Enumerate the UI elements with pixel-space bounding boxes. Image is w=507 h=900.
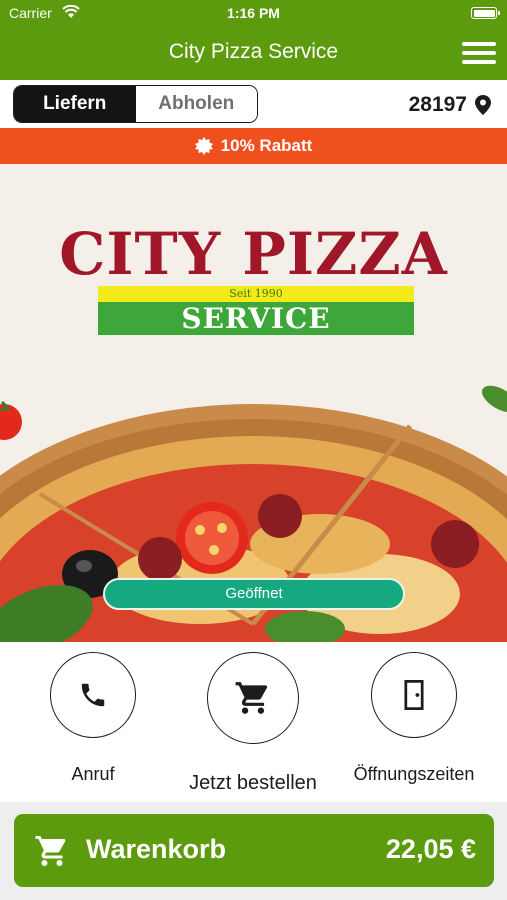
logo-subtitle: SERVICE <box>98 302 414 335</box>
postal-code: 28197 <box>408 93 467 116</box>
open-status-badge: Geöffnet <box>103 578 405 610</box>
nav-bar: City Pizza Service <box>0 26 507 80</box>
discount-badge-icon <box>194 137 213 155</box>
call-button[interactable]: Anruf <box>50 652 136 792</box>
location-pin-icon <box>475 95 491 115</box>
door-icon <box>371 652 457 738</box>
page-title: City Pizza Service <box>168 40 339 63</box>
call-label: Anruf <box>71 764 115 784</box>
shopping-cart-icon <box>35 836 66 866</box>
cart-label: Warenkorb <box>86 834 227 864</box>
order-now-label: Jetzt bestellen <box>189 772 317 794</box>
tab-liefern[interactable]: Liefern <box>14 86 136 122</box>
tab-abholen[interactable]: Abholen <box>135 86 257 122</box>
discount-label: 10% Rabatt <box>220 136 313 155</box>
hero-banner: CITY PIZZA Seit 1990 SERVICE Geöffnet <box>0 164 507 642</box>
cart-icon <box>207 652 299 744</box>
quick-actions: Anruf Jetzt bestellen Öffnungszeiten <box>0 642 507 802</box>
logo-tagline: Seit 1990 <box>98 286 414 302</box>
hamburger-menu-icon[interactable] <box>462 40 496 66</box>
discount-banner[interactable]: 10% Rabatt <box>0 128 507 164</box>
cart-total: 22,05 € <box>385 834 476 864</box>
order-now-button[interactable]: Jetzt bestellen <box>189 652 317 794</box>
clock: 1:16 PM <box>227 5 280 21</box>
location-selector[interactable]: 28197 <box>409 93 491 117</box>
order-mode-bar: Liefern Abholen 28197 <box>0 80 507 128</box>
delivery-mode-toggle: Liefern Abholen <box>13 85 258 123</box>
status-bar: Carrier 1:16 PM <box>0 0 507 26</box>
cart-button[interactable]: Warenkorb 22,05 € <box>14 814 494 887</box>
battery-icon <box>471 7 500 19</box>
opening-hours-label: Öffnungszeiten <box>353 764 475 784</box>
phone-icon <box>50 652 136 738</box>
logo-title: CITY PIZZA <box>59 220 448 288</box>
opening-hours-button[interactable]: Öffnungszeiten <box>354 652 474 792</box>
